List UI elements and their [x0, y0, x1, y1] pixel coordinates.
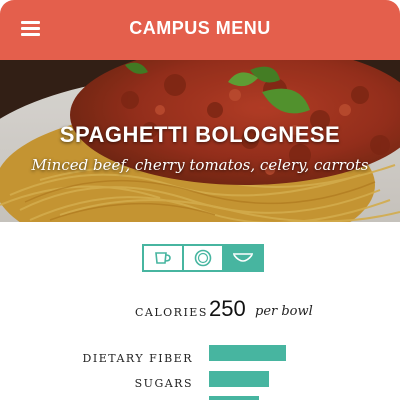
nutrient-label-sugars: SUGARS [134, 377, 193, 390]
dish-description: Minced beef, cherry tomatos, celery, car… [31, 156, 369, 174]
dish-hero-image: SPAGHETTI BOLOGNESE Minced beef, cherry … [0, 60, 400, 222]
bowl-size-button[interactable] [224, 246, 262, 270]
plate-size-button[interactable] [184, 246, 224, 270]
nutrient-bar-sugars [209, 371, 269, 387]
app-title: CAMPUS MENU [129, 18, 271, 38]
plate-icon [194, 249, 212, 267]
calories-unit: per bowl [255, 304, 313, 319]
app-bar: CAMPUS MENU [0, 0, 400, 60]
serving-size-toggle [142, 244, 264, 272]
nutrient-label-dietary-fiber: DIETARY FIBER [82, 352, 193, 365]
nutrient-bar-dietary-fiber [209, 345, 286, 361]
calories-value: 250 [209, 296, 246, 321]
cup-size-button[interactable] [144, 246, 184, 270]
bowl-icon [233, 253, 253, 262]
calories-label: CALORIES [135, 306, 208, 319]
nutrient-bar-third [209, 396, 259, 400]
dish-title: SPAGHETTI BOLOGNESE [59, 122, 341, 147]
cup-icon [155, 252, 171, 264]
